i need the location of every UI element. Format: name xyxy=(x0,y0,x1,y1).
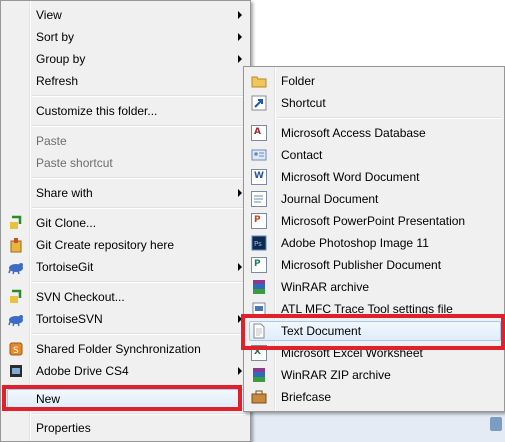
new-item-winrar-archive[interactable]: WinRAR archive xyxy=(245,276,503,298)
menu-item-sort-by[interactable]: Sort by xyxy=(2,26,249,48)
shortcut-icon xyxy=(251,95,267,111)
menu-item-paste[interactable]: Paste xyxy=(2,130,249,152)
briefcase-icon xyxy=(251,389,267,405)
menu-item-adobe-drive[interactable]: Adobe Drive CS4 xyxy=(2,360,249,382)
git-clone-icon xyxy=(8,215,24,231)
tortoise-icon xyxy=(8,311,24,327)
winrar-icon xyxy=(251,279,267,295)
svn-checkout-icon xyxy=(8,289,24,305)
menu-separator xyxy=(32,281,246,283)
tortoise-icon xyxy=(8,259,24,275)
git-repo-icon xyxy=(8,237,24,253)
menu-separator xyxy=(32,95,246,97)
menu-item-tortoisesvn[interactable]: TortoiseSVN xyxy=(2,308,249,330)
new-item-journal-document[interactable]: Journal Document xyxy=(245,188,503,210)
submenu-arrow-icon xyxy=(238,11,242,19)
publisher-icon: P xyxy=(251,257,267,273)
svg-text:S: S xyxy=(13,346,19,356)
window-corner-icon xyxy=(490,417,502,431)
new-item-word-document[interactable]: W Microsoft Word Document xyxy=(245,166,503,188)
menu-item-customize-folder[interactable]: Customize this folder... xyxy=(2,100,249,122)
menu-separator xyxy=(32,125,246,127)
menu-item-shared-folder-sync[interactable]: S Shared Folder Synchronization xyxy=(2,338,249,360)
menu-separator xyxy=(32,333,246,335)
menu-item-paste-shortcut[interactable]: Paste shortcut xyxy=(2,152,249,174)
new-item-shortcut[interactable]: Shortcut xyxy=(245,92,503,114)
new-highlight-box xyxy=(2,385,242,411)
new-item-photoshop-image[interactable]: Ps Adobe Photoshop Image 11 xyxy=(245,232,503,254)
menu-item-svn-checkout[interactable]: SVN Checkout... xyxy=(2,286,249,308)
folder-icon xyxy=(251,73,267,89)
new-item-powerpoint[interactable]: P Microsoft PowerPoint Presentation xyxy=(245,210,503,232)
menu-separator xyxy=(277,117,502,119)
submenu-arrow-icon xyxy=(238,189,242,197)
new-item-folder[interactable]: Folder xyxy=(245,70,503,92)
access-icon: A xyxy=(251,125,267,141)
context-menu: View Sort by Group by Refresh Customize … xyxy=(0,0,251,442)
submenu-arrow-icon xyxy=(238,367,242,375)
new-item-contact[interactable]: Contact xyxy=(245,144,503,166)
adobe-drive-icon xyxy=(8,363,24,379)
menu-item-share-with[interactable]: Share with xyxy=(2,182,249,204)
menu-item-view[interactable]: View xyxy=(2,4,249,26)
winrar-zip-icon xyxy=(251,367,267,383)
new-item-winrar-zip[interactable]: WinRAR ZIP archive xyxy=(245,364,503,386)
svg-text:Ps: Ps xyxy=(254,240,262,248)
contact-icon xyxy=(251,147,267,163)
submenu-arrow-icon xyxy=(238,33,242,41)
menu-item-git-create-repo[interactable]: Git Create repository here xyxy=(2,234,249,256)
menu-separator xyxy=(32,207,246,209)
new-item-publisher-document[interactable]: P Microsoft Publisher Document xyxy=(245,254,503,276)
menu-item-properties[interactable]: Properties xyxy=(2,417,249,439)
photoshop-icon: Ps xyxy=(251,235,267,251)
powerpoint-icon: P xyxy=(251,213,267,229)
menu-item-refresh[interactable]: Refresh xyxy=(2,70,249,92)
new-submenu: Folder Shortcut A Microsoft Access Datab… xyxy=(243,66,505,412)
word-icon: W xyxy=(251,169,267,185)
new-item-access-database[interactable]: A Microsoft Access Database xyxy=(245,122,503,144)
text-document-highlight-box xyxy=(241,314,505,350)
new-item-briefcase[interactable]: Briefcase xyxy=(245,386,503,408)
sync-icon: S xyxy=(8,341,24,357)
menu-item-tortoisegit[interactable]: TortoiseGit xyxy=(2,256,249,278)
menu-separator xyxy=(32,413,246,415)
menu-item-group-by[interactable]: Group by xyxy=(2,48,249,70)
submenu-arrow-icon xyxy=(238,55,242,63)
menu-separator xyxy=(32,177,246,179)
submenu-arrow-icon xyxy=(238,263,242,271)
menu-item-git-clone[interactable]: Git Clone... xyxy=(2,212,249,234)
journal-icon xyxy=(251,191,267,207)
